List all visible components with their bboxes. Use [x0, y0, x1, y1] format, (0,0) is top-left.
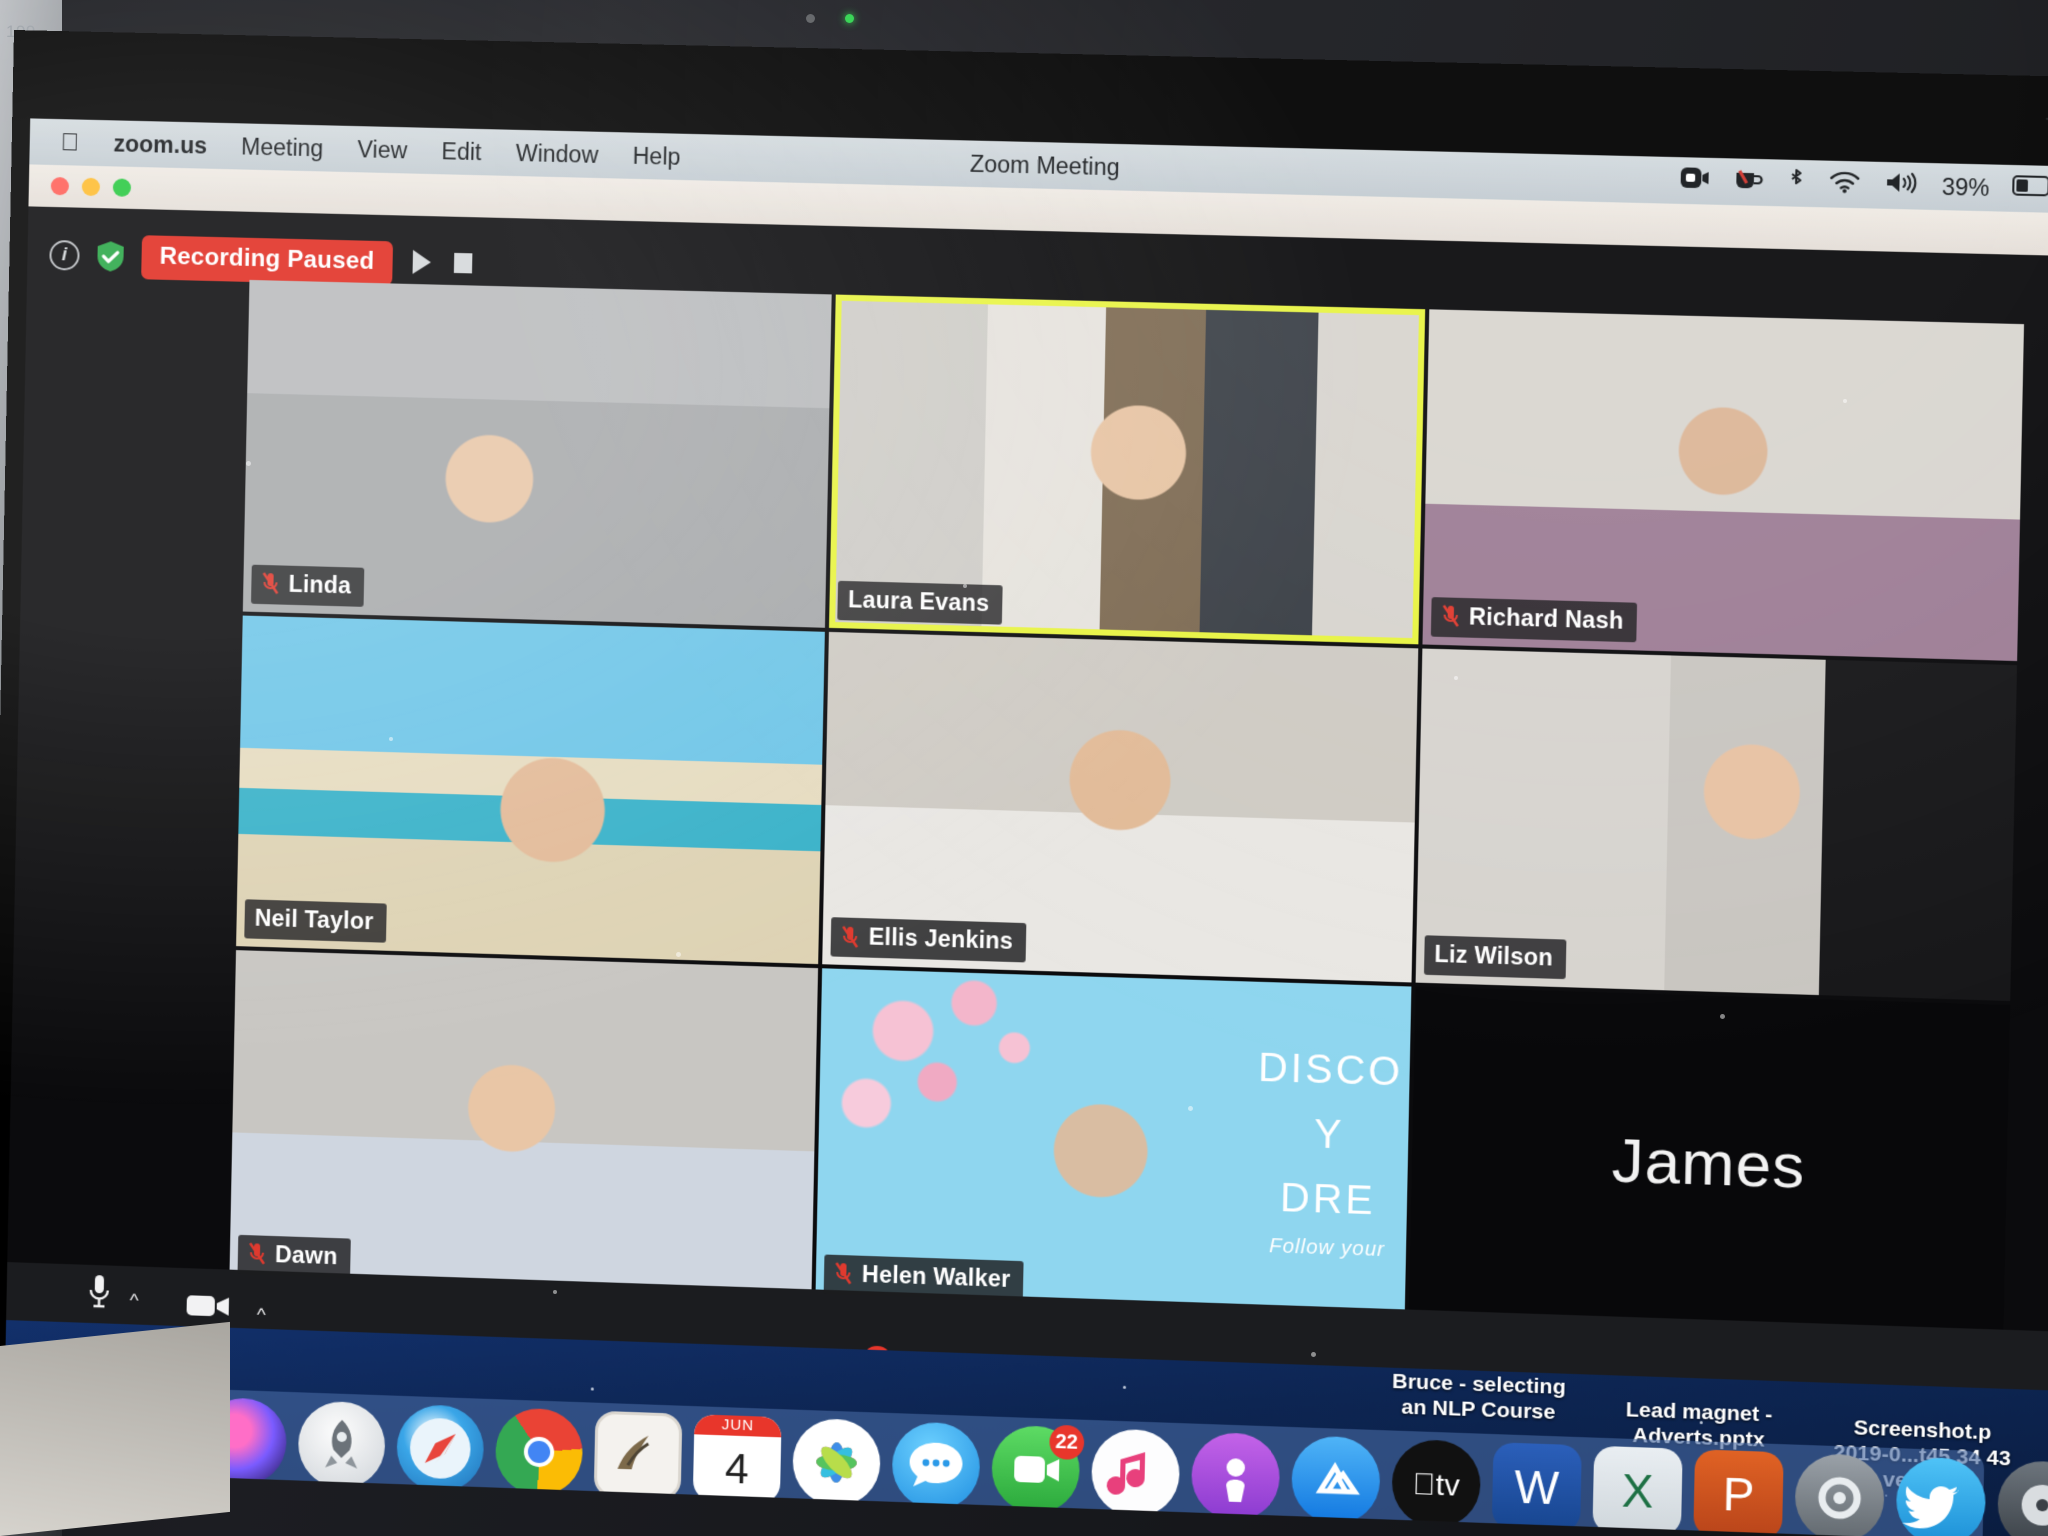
participant-name: Linda: [288, 570, 352, 599]
participant-tile[interactable]: Liz Wilson: [1415, 648, 2018, 1002]
launchpad-icon[interactable]: [297, 1400, 386, 1490]
participant-tile[interactable]: Neil Taylor: [236, 615, 826, 965]
participant-name: Laura Evans: [847, 585, 990, 616]
volume-icon[interactable]: [1884, 170, 1920, 201]
zoom-meeting-area: i Recording Paused Linda Laura Evans Ric…: [6, 206, 2048, 1362]
menu-item-view[interactable]: View: [340, 135, 424, 164]
participant-name: Neil Taylor: [254, 904, 374, 935]
webcam-lens: [806, 14, 815, 23]
participant-tile[interactable]: Ellis Jenkins: [822, 631, 1418, 983]
caffeine-cup-icon[interactable]: [1733, 167, 1765, 198]
word-icon[interactable]: W: [1491, 1442, 1582, 1533]
status-badge: Recording Paused: [141, 235, 393, 286]
muted-mic-icon: [248, 1242, 267, 1267]
participant-nametag: Linda: [251, 564, 365, 607]
participant-gallery: Linda Laura Evans Richard Nash Neil Tayl…: [229, 279, 2025, 1342]
stop-icon[interactable]: [451, 249, 476, 281]
menu-item-zoom-us[interactable]: zoom.us: [96, 129, 224, 159]
svg-text:tv: tv: [1412, 1468, 1460, 1503]
info-icon[interactable]: i: [49, 239, 80, 271]
muted-mic-icon: [834, 1261, 853, 1286]
close-button[interactable]: [50, 176, 70, 196]
menu-item-help[interactable]: Help: [615, 142, 698, 171]
muted-mic-icon: [1441, 604, 1460, 629]
menu-item-window[interactable]: Window: [498, 139, 615, 169]
participant-name: Liz Wilson: [1434, 940, 1554, 971]
calendar-icon[interactable]: JUN 4: [692, 1414, 782, 1504]
audio-options-chevron-icon[interactable]: ^: [129, 1290, 138, 1312]
bluetooth-icon[interactable]: [1787, 167, 1806, 200]
calendar-day: 4: [724, 1444, 750, 1493]
zoom-menu-icon[interactable]: [1679, 166, 1710, 195]
tweetbot-icon[interactable]: [1895, 1456, 1987, 1536]
slide-subtitle: Follow your: [1268, 1235, 1386, 1262]
participant-nametag: Neil Taylor: [244, 899, 387, 944]
photos-icon[interactable]: [792, 1417, 882, 1508]
participant-nametag: Laura Evans: [837, 580, 1004, 625]
laptop-photo: 199  zoom.us Meeting View Edit Window H…: [0, 0, 2048, 1536]
messages-icon[interactable]: [891, 1421, 981, 1511]
menu-item-meeting[interactable]: Meeting: [224, 132, 341, 162]
participant-name: Dawn: [274, 1241, 338, 1270]
powerpoint-icon[interactable]: P: [1693, 1449, 1784, 1536]
participant-tile-video-off[interactable]: James: [1408, 986, 2011, 1342]
slide-text: DISCO Y DRE Follow your: [1254, 1036, 1404, 1267]
battery-percent: 39%: [1941, 172, 1990, 201]
itunes-icon[interactable]: [1090, 1428, 1181, 1519]
participant-nametag: Helen Walker: [823, 1254, 1024, 1301]
participant-name: Helen Walker: [861, 1260, 1011, 1292]
video-options-chevron-icon[interactable]: ^: [257, 1305, 266, 1327]
microphone-icon: [74, 1268, 124, 1316]
chrome-icon[interactable]: [494, 1407, 584, 1497]
traffic-lights: [50, 176, 132, 197]
laptop-screen:  zoom.us Meeting View Edit Window Help …: [0, 30, 2048, 1536]
wifi-icon[interactable]: [1828, 169, 1862, 200]
slide-line-1: DISCO: [1257, 1045, 1404, 1095]
podcasts-icon[interactable]: [1190, 1431, 1281, 1522]
webcam-indicator-light: [845, 14, 854, 23]
play-icon[interactable]: [408, 247, 435, 281]
participant-tile[interactable]: Dawn: [229, 950, 819, 1302]
muted-mic-icon: [261, 571, 280, 596]
minimize-button[interactable]: [81, 177, 101, 197]
apple-tv-icon[interactable]: tv: [1391, 1438, 1482, 1529]
system-preferences-icon[interactable]: [1794, 1452, 1885, 1536]
slide-line-3: DRE: [1279, 1175, 1377, 1224]
desk-surface-bottom: [0, 1321, 230, 1536]
participant-tile[interactable]: Linda: [242, 279, 833, 628]
slide-line-2: Y: [1313, 1112, 1345, 1158]
maximize-button[interactable]: [112, 178, 132, 197]
menu-item-edit[interactable]: Edit: [424, 137, 499, 166]
mail-icon[interactable]: [593, 1410, 683, 1501]
participant-nametag: Liz Wilson: [1423, 935, 1567, 980]
app-store-icon[interactable]: [1290, 1435, 1381, 1526]
facetime-icon[interactable]: 22: [991, 1424, 1085, 1515]
participant-tile-active-speaker[interactable]: Laura Evans: [829, 294, 1425, 644]
participant-tile[interactable]: Richard Nash: [1422, 309, 2025, 661]
participant-name: James: [1611, 1125, 1806, 1203]
participant-name: Ellis Jenkins: [868, 923, 1014, 955]
movies-icon[interactable]: [1996, 1459, 2048, 1536]
excel-icon[interactable]: X: [1592, 1445, 1683, 1536]
participant-nametag: Dawn: [237, 1234, 351, 1278]
apple-icon[interactable]: : [43, 127, 96, 157]
desktop-icon-bruce-nlp[interactable]: Bruce - selecting an NLP Course: [1391, 1370, 1566, 1426]
participant-name: Richard Nash: [1468, 602, 1624, 634]
safari-icon[interactable]: [396, 1403, 485, 1494]
participant-nametag: Richard Nash: [1430, 596, 1638, 642]
participant-nametag: Ellis Jenkins: [830, 917, 1027, 963]
shield-icon[interactable]: [95, 240, 126, 273]
battery-icon[interactable]: [2012, 174, 2048, 204]
muted-mic-icon: [841, 924, 860, 949]
participant-tile[interactable]: DISCO Y DRE Follow your Helen Walker: [815, 968, 1412, 1322]
